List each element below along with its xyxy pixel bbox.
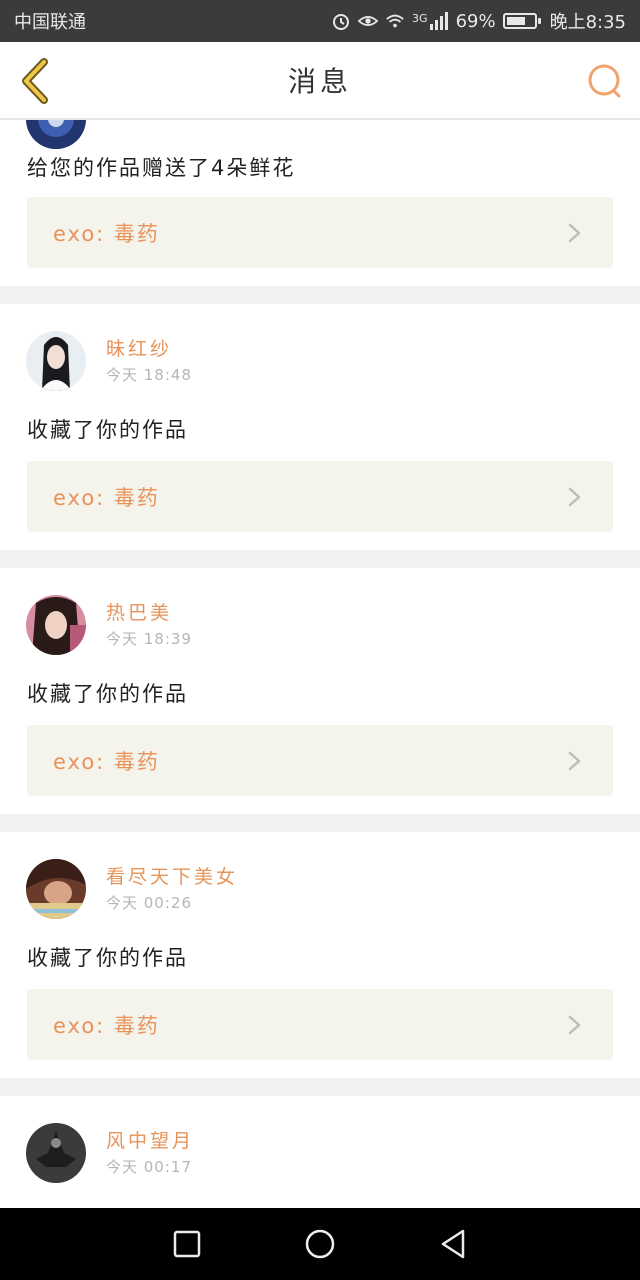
avatar[interactable] [26, 120, 86, 149]
timestamp: 今天 18:48 [106, 366, 192, 384]
action-text: 收藏了你的作品 [27, 418, 188, 442]
action-text: 给您的作品赠送了4朵鲜花 [27, 156, 296, 180]
triangle-back-icon[interactable] [435, 1226, 471, 1262]
action-text: 收藏了你的作品 [27, 946, 188, 970]
avatar[interactable] [26, 331, 86, 391]
user-meta: 昧红纱 今天 18:48 [106, 335, 192, 387]
user-meta: 风中望月 今天 00:17 [106, 1127, 194, 1179]
work-title: exo: 毒药 [53, 485, 160, 510]
work-link[interactable]: exo: 毒药 [27, 989, 613, 1060]
timestamp: 今天 00:26 [106, 894, 192, 912]
timestamp: 今天 18:39 [106, 630, 192, 648]
square-icon[interactable] [169, 1226, 205, 1262]
search-icon[interactable] [586, 62, 624, 100]
username[interactable]: 热巴美 [106, 599, 192, 627]
app-header: 消息 [0, 42, 640, 120]
chevron-right-icon [568, 751, 581, 770]
eye-icon [358, 16, 379, 26]
circle-icon[interactable] [302, 1226, 338, 1262]
user-meta: 热巴美 今天 18:39 [106, 599, 192, 651]
message-card: 看尽天下美女 今天 00:26 收藏了你的作品 exo: 毒药 [0, 832, 640, 1078]
signal-icon [429, 12, 448, 30]
battery-percent: 69% [455, 10, 496, 32]
user-row [26, 120, 86, 150]
action-text: 收藏了你的作品 [27, 682, 188, 706]
message-list: 给您的作品赠送了4朵鲜花 exo: 毒药 昧红纱 今天 18:48 收藏了你的作… [0, 120, 640, 1208]
status-bar: 中国联通 3G 69% 晚上8:35 [0, 0, 640, 42]
message-card: 昧红纱 今天 18:48 收藏了你的作品 exo: 毒药 [0, 304, 640, 550]
chevron-right-icon [568, 223, 581, 242]
message-card: 风中望月 今天 00:17 [0, 1096, 640, 1208]
work-title: exo: 毒药 [53, 221, 160, 246]
message-card: 热巴美 今天 18:39 收藏了你的作品 exo: 毒药 [0, 568, 640, 814]
user-row: 风中望月 今天 00:17 [26, 1122, 194, 1184]
username[interactable]: 看尽天下美女 [106, 863, 238, 891]
user-row: 看尽天下美女 今天 00:26 [26, 858, 238, 920]
page-title: 消息 [287, 65, 352, 98]
user-row: 昧红纱 今天 18:48 [26, 330, 192, 392]
system-nav-bar [0, 1208, 640, 1280]
wifi-icon [386, 14, 404, 28]
carrier-label: 中国联通 [14, 12, 86, 33]
battery-fill [506, 17, 525, 25]
work-link[interactable]: exo: 毒药 [27, 197, 613, 268]
avatar[interactable] [26, 595, 86, 655]
work-title: exo: 毒药 [53, 1013, 160, 1038]
username[interactable]: 昧红纱 [106, 335, 192, 363]
avatar[interactable] [26, 1123, 86, 1183]
user-row: 热巴美 今天 18:39 [26, 594, 192, 656]
username[interactable]: 风中望月 [106, 1127, 194, 1155]
battery-icon [502, 13, 541, 29]
timestamp: 今天 00:17 [106, 1158, 192, 1176]
status-icons: 3G 69% 晚上8:35 [331, 8, 626, 34]
work-link[interactable]: exo: 毒药 [27, 725, 613, 796]
clock: 晚上8:35 [549, 12, 626, 33]
avatar[interactable] [26, 859, 86, 919]
user-meta: 看尽天下美女 今天 00:26 [106, 863, 238, 915]
work-link[interactable]: exo: 毒药 [27, 461, 613, 532]
message-card: 给您的作品赠送了4朵鲜花 exo: 毒药 [0, 120, 640, 286]
chevron-right-icon [568, 487, 581, 506]
network-type: 3G [412, 12, 428, 25]
chevron-left-icon[interactable] [16, 58, 56, 104]
chevron-right-icon [568, 1015, 581, 1034]
work-title: exo: 毒药 [53, 749, 160, 774]
alarm-icon [333, 14, 350, 30]
